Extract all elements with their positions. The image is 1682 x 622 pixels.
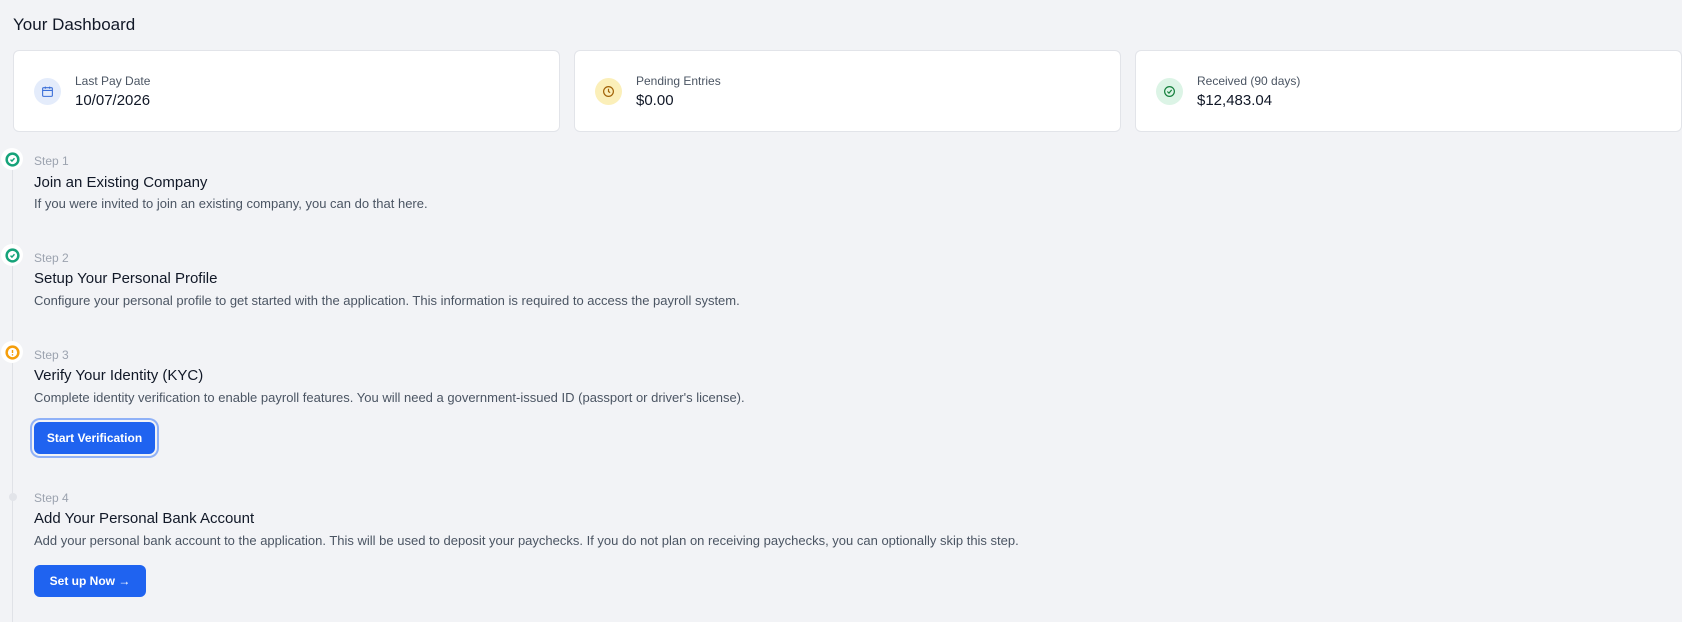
step-description: Complete identity verification to enable… [34, 390, 745, 405]
clock-icon [595, 77, 622, 105]
step-number: Step 1 [34, 154, 69, 168]
set-up-now-button[interactable]: Set up Now → [34, 565, 146, 597]
alert-circle-icon [1, 341, 23, 363]
card-value: 10/07/2026 [75, 91, 151, 109]
step-number: Step 3 [34, 348, 69, 362]
step-description: Add your personal bank account to the ap… [34, 533, 1019, 548]
step-title: Add Your Personal Bank Account [34, 510, 255, 527]
check-circle-icon [1, 244, 23, 266]
step-number: Step 2 [34, 251, 69, 265]
received-card: Received (90 days) $12,483.04 [1135, 50, 1682, 132]
card-value: $12,483.04 [1197, 91, 1273, 109]
step-description: If you were invited to join an existing … [34, 196, 428, 211]
card-value: $0.00 [636, 91, 674, 109]
step-title: Verify Your Identity (KYC) [34, 367, 204, 384]
pending-entries-card: Pending Entries $0.00 [574, 50, 1121, 132]
timeline-line [12, 160, 13, 622]
calendar-icon [34, 77, 61, 105]
summary-cards: Last Pay Date 10/07/2026 Pending Entries… [13, 50, 1682, 132]
step-description: Configure your personal profile to get s… [34, 293, 740, 308]
page-title: Your Dashboard [13, 15, 136, 34]
check-circle-icon [1, 148, 23, 170]
card-label: Received (90 days) [1197, 73, 1301, 88]
last-pay-date-card: Last Pay Date 10/07/2026 [13, 50, 560, 132]
check-circle-icon [1156, 77, 1183, 105]
step-title: Join an Existing Company [34, 174, 208, 191]
card-label: Pending Entries [636, 73, 721, 88]
pending-dot-icon [9, 493, 17, 501]
card-label: Last Pay Date [75, 73, 151, 88]
start-verification-button[interactable]: Start Verification [34, 422, 155, 454]
step-number: Step 4 [34, 491, 69, 505]
step-title: Setup Your Personal Profile [34, 270, 218, 287]
